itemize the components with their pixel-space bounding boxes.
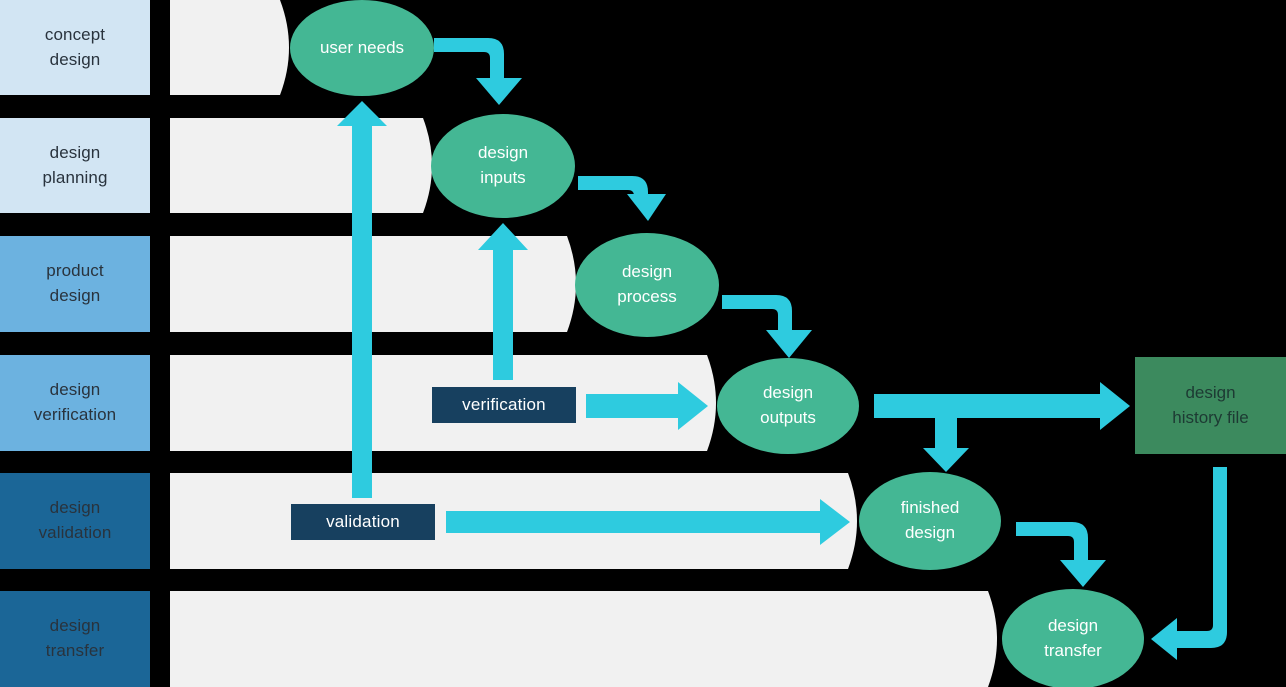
design-history-file-box: design history file bbox=[1135, 357, 1286, 454]
node-finished-design: finished design bbox=[859, 472, 1001, 570]
arrow-verification-to-design-outputs bbox=[586, 382, 708, 430]
node-label-line1: finished bbox=[900, 498, 960, 518]
arrow-validation-up-to-user-needs bbox=[337, 101, 387, 498]
arrow-layer bbox=[337, 38, 1227, 660]
node-design-transfer: design transfer bbox=[1002, 589, 1144, 687]
node-label-line2: process bbox=[617, 287, 677, 306]
node-label-line1: user needs bbox=[319, 37, 405, 57]
diagram-canvas: concept design design planning product d… bbox=[0, 0, 1286, 687]
arrow-verification-up-to-design-inputs bbox=[478, 223, 528, 380]
arrow-design-outputs-to-design-history-file bbox=[874, 382, 1130, 430]
verification-label: verification bbox=[462, 395, 546, 414]
node-label-line2: design bbox=[904, 523, 956, 542]
arrow-user-needs-to-design-inputs bbox=[434, 38, 522, 105]
validation-box: validation bbox=[291, 504, 435, 540]
arrow-design-process-to-design-outputs bbox=[722, 295, 812, 358]
arrow-design-history-file-to-design-transfer bbox=[1151, 467, 1227, 660]
node-user-needs: user needs bbox=[290, 0, 434, 96]
arrow-design-outputs-to-finished-design bbox=[923, 413, 969, 472]
arrow-validation-to-finished-design bbox=[446, 499, 850, 545]
node-design-process: design process bbox=[575, 233, 719, 337]
design-history-file-line1: design bbox=[1185, 382, 1236, 402]
design-history-file-line2: history file bbox=[1172, 407, 1249, 427]
verification-box: verification bbox=[432, 387, 576, 423]
node-label-line2: transfer bbox=[1044, 641, 1102, 660]
validation-label: validation bbox=[326, 512, 400, 531]
node-label-line2: outputs bbox=[760, 408, 816, 427]
node-label-line2: inputs bbox=[480, 168, 526, 187]
arrow-design-inputs-to-design-process bbox=[578, 176, 666, 221]
node-design-outputs: design outputs bbox=[717, 358, 859, 454]
node-label-line1: design bbox=[621, 262, 673, 282]
arrow-finished-design-to-design-transfer bbox=[1016, 522, 1106, 587]
node-label-line1: design bbox=[762, 383, 814, 403]
node-label-line1: design bbox=[1047, 616, 1099, 636]
node-design-inputs: design inputs bbox=[431, 114, 575, 218]
node-label-line1: design bbox=[477, 143, 529, 163]
